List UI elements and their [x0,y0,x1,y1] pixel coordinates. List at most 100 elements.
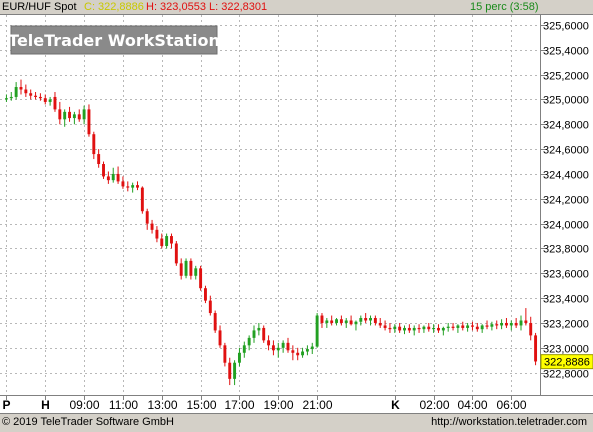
candle-down [97,154,101,165]
y-tick-label: 325,6000 [543,21,589,33]
y-axis: 325,6000 325,4000 325,2000 325,0000 324,8000… [540,21,593,381]
candle-down [218,330,222,346]
candle-up [500,322,504,326]
x-tick-label: 13:00 [147,398,177,412]
source-url-link[interactable]: http://workstation.teletrader.com [431,414,587,431]
y-tick-label: 324,0000 [543,220,589,232]
candle-down [339,319,343,323]
candle-up [344,320,348,323]
candle-down [383,325,387,328]
candle-down [271,345,275,351]
candle-down [495,324,499,326]
candle-up [242,345,246,353]
candle-down [461,325,465,328]
candle-down [208,300,212,314]
price-chart[interactable]: 325,6000 325,4000 325,2000 325,0000 324,8000… [0,15,593,395]
candle-down [145,211,149,224]
candle-down [68,111,71,119]
candle-down [213,313,217,331]
candle-down [475,326,479,330]
candle-down [485,325,489,327]
candle-up [310,346,314,350]
y-tick-label: 324,6000 [543,145,589,157]
x-tick-label: 17:00 [224,398,254,412]
candle-up [72,114,76,119]
x-tick-label: 21:00 [302,398,332,412]
candle-down [534,335,538,362]
candle-up [63,111,67,120]
candle-down [24,89,28,94]
candle-up [48,99,52,102]
candle-up [335,319,338,323]
candle-down [126,186,130,188]
candle-up [281,342,285,348]
candle-down [349,320,353,325]
x-tick-label: 19:00 [263,398,293,412]
candle-up [301,351,305,356]
candle-up [247,337,251,346]
y-tick-label: 323,6000 [543,269,589,281]
interval-label[interactable]: 15 perc (3:58) [470,0,538,14]
watermark-text: TeleTrader WorkStation [8,31,220,50]
candle-down [34,95,38,97]
candle-up [490,324,494,327]
candle-up [456,325,460,328]
candle-down [320,315,324,323]
x-tick-label: 02:00 [419,398,449,412]
candle-up [354,321,358,325]
candle-down [92,134,96,155]
candle-down [514,322,518,326]
y-tick-label: 324,4000 [543,170,589,182]
candle-down [77,114,81,120]
candle-down [398,326,402,331]
chart-grid [0,15,540,395]
last-price-label: 322,8886 [544,357,590,369]
x-tick-label: 15:00 [186,398,216,412]
x-tick-label: 04:00 [457,398,487,412]
candle-down [223,345,227,363]
candle-up [509,322,513,326]
x-tick-label: 11:00 [109,398,138,412]
candle-down [417,327,421,330]
candle-down [427,326,431,330]
candle-down [330,320,334,323]
candle-up [131,185,135,188]
y-tick-label: 325,4000 [543,46,589,58]
candle-up [165,236,169,246]
candle-down [121,181,125,187]
candle-up [4,98,8,100]
candle-up [519,320,523,326]
candle-down [136,185,139,188]
y-tick-label: 323,0000 [543,344,589,356]
candle-up [14,87,18,97]
candle-down [174,243,178,264]
candle-up [315,315,319,347]
candle-down [262,327,266,341]
candle-down [529,322,533,336]
candle-down [19,87,23,90]
candle-down [437,327,440,331]
candle-up [369,318,372,321]
candle-down [58,109,62,120]
candle-up [276,347,280,351]
candle-up [480,325,484,330]
candle-up [233,362,237,379]
candle-up [82,109,86,120]
candle-down [160,238,164,246]
candle-up [325,320,329,323]
candle-up [252,330,256,338]
x-tick-label: 06:00 [496,398,526,412]
candle-down [116,173,120,182]
y-tick-label: 323,8000 [543,244,589,256]
candle-up [194,268,198,276]
candle-down [43,98,47,102]
candle-up [432,327,436,330]
candle-up [237,352,241,363]
candle-up [9,96,13,99]
candle-up [422,326,426,330]
y-tick-label: 324,8000 [543,120,589,132]
candle-up [184,260,188,276]
candle-down [102,164,105,177]
candle-down [504,322,508,326]
candle-down [291,350,295,353]
